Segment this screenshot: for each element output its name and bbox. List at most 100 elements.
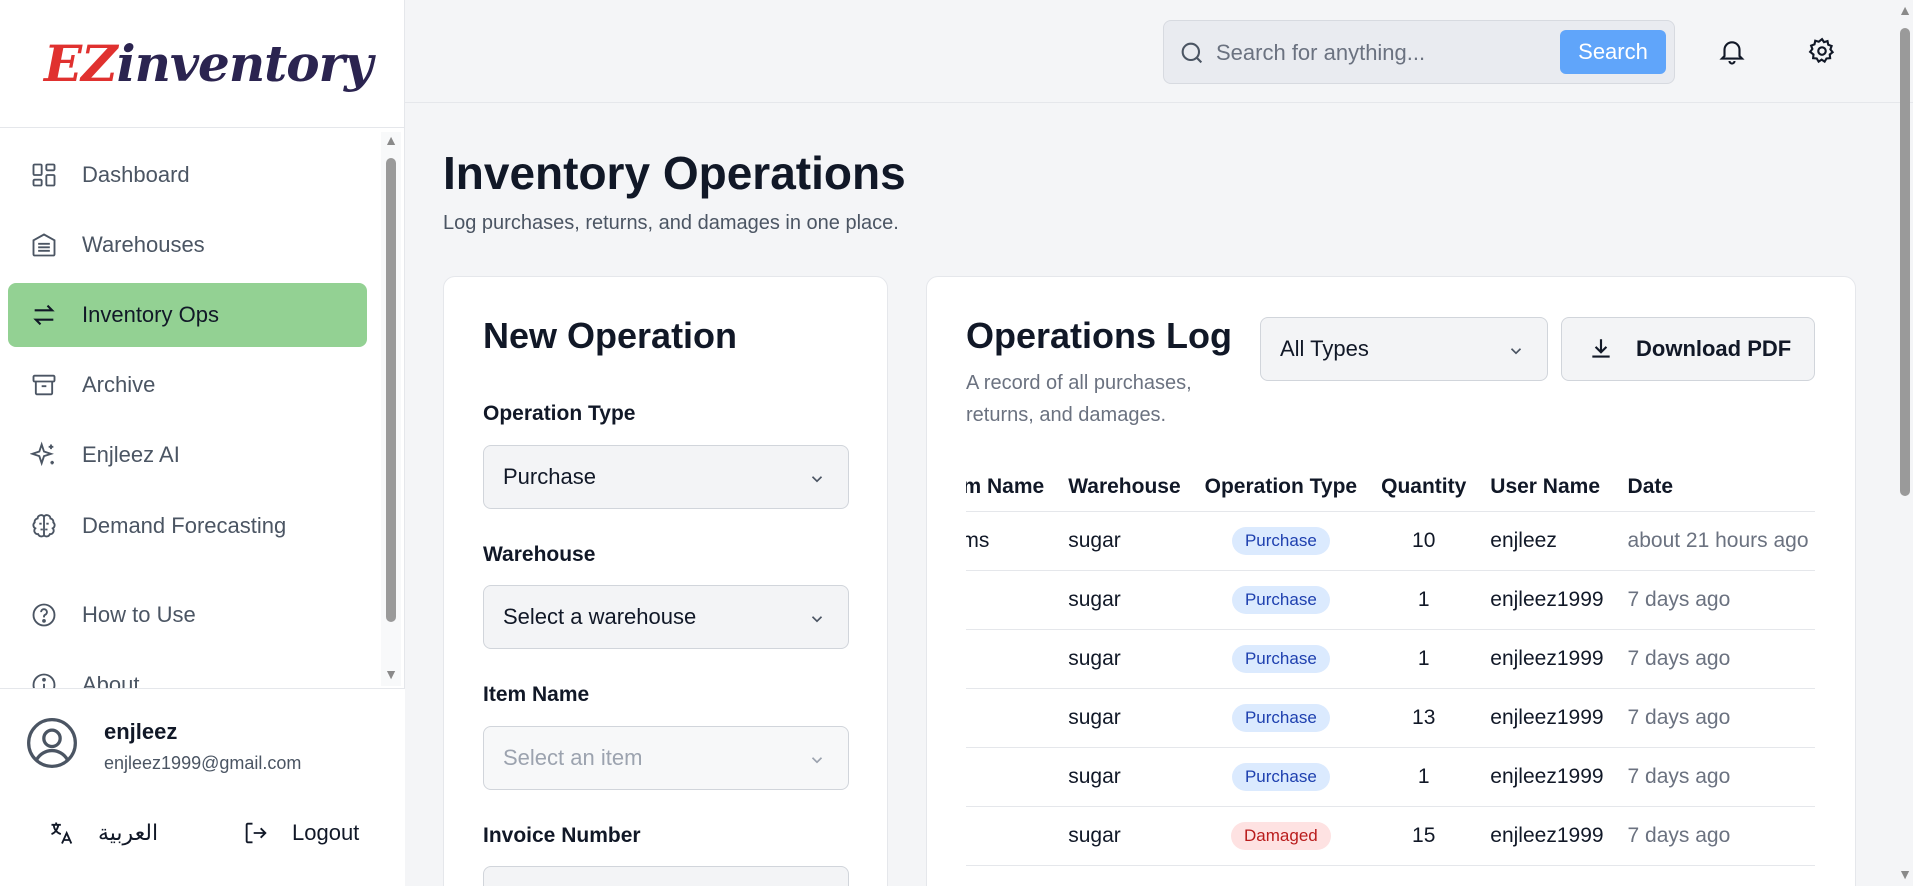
new-operation-card: New Operation Operation Type Purchase Wa… — [443, 276, 888, 886]
sidebar-item-label: About — [82, 672, 140, 688]
help-circle-icon — [28, 599, 60, 631]
operation-type-label: Operation Type — [483, 402, 636, 425]
table-row[interactable]: Items sugar Purchase 10 enjleez about 21… — [966, 511, 1815, 571]
download-pdf-button[interactable]: Download PDF — [1561, 317, 1815, 381]
operations-table-scroll[interactable]: Item Name Warehouse Operation Type Quant… — [966, 463, 1815, 886]
sidebar-item-label: Enjleez AI — [82, 442, 180, 467]
sidebar-item-dashboard[interactable]: Dashboard — [8, 143, 367, 207]
column-header-user-name[interactable]: User Name — [1478, 463, 1616, 512]
cell-user-name: enjleez1999 — [1478, 570, 1616, 630]
cell-quantity: 1 — [1369, 629, 1479, 689]
cell-date: 7 days ago — [1615, 806, 1815, 866]
table-row[interactable]: sugar Damaged 15 enjleez1999 7 days ago — [966, 806, 1815, 866]
sidebar-item-about[interactable]: About — [8, 653, 367, 688]
new-operation-title: New Operation — [483, 315, 738, 356]
operation-type-select[interactable]: Purchase — [483, 445, 849, 509]
table-row[interactable]: sugar Purchase 1 enjleez1999 7 days ago — [966, 747, 1815, 807]
sidebar: EZinventory Dashboard Warehouses Invento… — [0, 0, 405, 886]
sidebar-item-warehouses[interactable]: Warehouses — [8, 213, 367, 277]
logo-text: inventory — [116, 34, 373, 93]
table-header-row: Item Name Warehouse Operation Type Quant… — [966, 463, 1815, 512]
download-pdf-label: Download PDF — [1636, 336, 1792, 361]
logo-ez: EZ — [44, 34, 118, 93]
arrows-swap-icon — [28, 299, 60, 331]
item-name-select[interactable]: Select an item — [483, 726, 849, 790]
cell-date: 7 days ago — [1615, 570, 1815, 630]
sidebar-item-how-to-use[interactable]: How to Use — [8, 583, 367, 647]
cell-user-name: enjleez — [1478, 511, 1616, 571]
sidebar-item-label: Dashboard — [82, 162, 190, 187]
cell-operation-type: Damaged — [1192, 806, 1370, 866]
info-circle-icon — [28, 669, 60, 688]
cell-quantity: 15 — [1369, 806, 1479, 866]
cell-operation-type: Purchase — [1192, 511, 1370, 571]
sidebar-item-archive[interactable]: Archive — [8, 353, 367, 417]
language-button[interactable]: العربية — [48, 819, 158, 847]
page-title: Inventory Operations — [443, 147, 906, 199]
status-badge: Purchase — [1231, 585, 1330, 614]
avatar-icon[interactable] — [24, 715, 80, 771]
sidebar-scrollbar[interactable] — [386, 158, 396, 622]
sidebar-item-demand-forecasting[interactable]: Demand Forecasting — [8, 494, 367, 558]
table-row[interactable]: sugar Purchase 1 enjleez1999 7 days ago — [966, 570, 1815, 630]
sidebar-item-inventory-ops[interactable]: Inventory Ops — [8, 283, 367, 347]
gear-icon[interactable] — [1807, 36, 1837, 66]
operations-table: Item Name Warehouse Operation Type Quant… — [966, 463, 1815, 866]
sparkles-icon — [28, 439, 60, 471]
scroll-up-arrow[interactable]: ▲ — [384, 133, 398, 147]
cell-user-name: enjleez1999 — [1478, 806, 1616, 866]
cell-quantity: 1 — [1369, 747, 1479, 807]
cell-user-name: enjleez1999 — [1478, 688, 1616, 748]
column-header-operation-type[interactable]: Operation Type — [1192, 463, 1370, 512]
cell-quantity: 1 — [1369, 570, 1479, 630]
column-header-item-name[interactable]: Item Name — [966, 463, 1057, 512]
scroll-down-arrow[interactable]: ▼ — [384, 667, 398, 681]
cell-date: about 21 hours ago — [1615, 511, 1815, 571]
cell-operation-type: Purchase — [1192, 570, 1370, 630]
cell-item-name — [966, 570, 1057, 630]
logout-button[interactable]: Logout — [242, 819, 359, 847]
chevron-down-icon — [808, 468, 826, 486]
language-label: العربية — [98, 820, 159, 845]
search-box: Search — [1163, 20, 1675, 84]
logout-label: Logout — [292, 820, 360, 845]
search-input[interactable] — [1216, 33, 1546, 73]
sidebar-item-label: Inventory Ops — [82, 302, 219, 327]
cell-warehouse: sugar — [1056, 806, 1193, 866]
sidebar-item-label: Warehouses — [82, 232, 205, 257]
invoice-number-input[interactable] — [483, 866, 849, 886]
brain-icon — [28, 510, 60, 542]
warehouse-label: Warehouse — [483, 543, 596, 566]
column-header-date[interactable]: Date — [1615, 463, 1815, 512]
column-header-quantity[interactable]: Quantity — [1369, 463, 1479, 512]
chevron-down-icon — [1507, 340, 1525, 358]
column-header-warehouse[interactable]: Warehouse — [1056, 463, 1193, 512]
cell-item-name: Items — [966, 511, 1057, 571]
item-name-label: Item Name — [483, 683, 590, 706]
cell-warehouse: sugar — [1056, 570, 1193, 630]
warehouse-select[interactable]: Select a warehouse — [483, 585, 849, 649]
status-badge: Purchase — [1231, 762, 1330, 791]
search-button[interactable]: Search — [1560, 30, 1666, 74]
bell-icon[interactable] — [1717, 36, 1747, 66]
page-scroll-down-arrow[interactable]: ▼ — [1898, 867, 1912, 881]
cell-operation-type: Purchase — [1192, 688, 1370, 748]
filter-value: All Types — [1280, 336, 1369, 361]
table-row[interactable]: sugar Purchase 13 enjleez1999 7 days ago — [966, 688, 1815, 748]
sidebar-item-label: Demand Forecasting — [82, 513, 287, 538]
cell-user-name: enjleez1999 — [1478, 629, 1616, 689]
table-row[interactable]: sugar Purchase 1 enjleez1999 7 days ago — [966, 629, 1815, 689]
operation-type-filter[interactable]: All Types — [1260, 317, 1548, 381]
operations-log-subtitle: A record of all purchases, returns, and … — [966, 372, 1192, 426]
operations-log-title: Operations Log — [966, 315, 1233, 356]
app-logo[interactable]: EZinventory — [44, 34, 373, 93]
page-scrollbar[interactable] — [1900, 28, 1910, 496]
logo-area: EZinventory — [0, 0, 404, 128]
sidebar-item-enjleez-ai[interactable]: Enjleez AI — [8, 423, 367, 487]
page-scroll-up-arrow[interactable]: ▲ — [1898, 3, 1912, 17]
user-email: enjleez1999@gmail.com — [104, 753, 302, 773]
logout-icon — [242, 819, 270, 847]
download-icon — [1588, 336, 1614, 362]
warehouse-value: Select a warehouse — [503, 604, 697, 629]
top-bar: Search — [405, 0, 1913, 103]
